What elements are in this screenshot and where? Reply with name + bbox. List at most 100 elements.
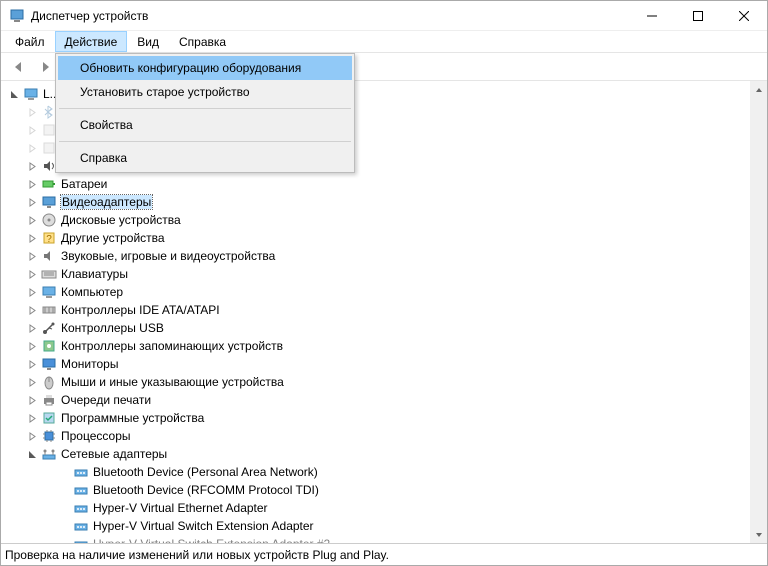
menu-item[interactable]: Справка bbox=[58, 146, 352, 170]
expand-icon[interactable] bbox=[25, 141, 39, 155]
window-title: Диспетчер устройств bbox=[31, 9, 629, 23]
tree-category[interactable]: Батареи bbox=[3, 175, 750, 193]
tree-item-label: Hyper-V Virtual Ethernet Adapter bbox=[93, 501, 268, 515]
expand-icon[interactable] bbox=[25, 123, 39, 137]
cpu-icon bbox=[41, 428, 57, 444]
expand-icon[interactable] bbox=[25, 213, 39, 227]
scroll-up-button[interactable] bbox=[750, 81, 767, 98]
tree-item-label: Клавиатуры bbox=[61, 267, 128, 281]
tree-device[interactable]: Hyper-V Virtual Switch Extension Adapter… bbox=[3, 535, 750, 543]
tree-device[interactable]: Hyper-V Virtual Ethernet Adapter bbox=[3, 499, 750, 517]
nav-forward-button[interactable] bbox=[33, 55, 57, 79]
tree-category[interactable]: Клавиатуры bbox=[3, 265, 750, 283]
expand-icon[interactable] bbox=[25, 321, 39, 335]
netdev-icon bbox=[73, 482, 89, 498]
expand-icon[interactable] bbox=[25, 303, 39, 317]
expand-icon[interactable] bbox=[25, 105, 39, 119]
keyboard-icon bbox=[41, 266, 57, 282]
tree-item-label: Мыши и иные указывающие устройства bbox=[61, 375, 284, 389]
printer-icon bbox=[41, 392, 57, 408]
tree-item-label: Hyper-V Virtual Switch Extension Adapter… bbox=[93, 537, 330, 543]
tree-item-label: Компьютер bbox=[61, 285, 123, 299]
vertical-scrollbar[interactable] bbox=[750, 81, 767, 543]
app-icon bbox=[9, 8, 25, 24]
menu-separator bbox=[59, 141, 351, 142]
tree-category[interactable]: Контроллеры USB bbox=[3, 319, 750, 337]
tree-category[interactable]: Мониторы bbox=[3, 355, 750, 373]
tree-category[interactable]: Контроллеры IDE ATA/ATAPI bbox=[3, 301, 750, 319]
usb-icon bbox=[41, 320, 57, 336]
computer-icon bbox=[23, 86, 39, 102]
tree-category[interactable]: Видеоадаптеры bbox=[3, 193, 750, 211]
tree-category[interactable]: Контроллеры запоминающих устройств bbox=[3, 337, 750, 355]
tree-category[interactable]: Очереди печати bbox=[3, 391, 750, 409]
expand-icon[interactable] bbox=[25, 177, 39, 191]
tree-category[interactable]: Компьютер bbox=[3, 283, 750, 301]
tree-item-label: Bluetooth Device (Personal Area Network) bbox=[93, 465, 318, 479]
expand-icon[interactable] bbox=[25, 375, 39, 389]
menubar: ФайлДействиеВидСправка bbox=[1, 31, 767, 53]
action-menu-dropdown: Обновить конфигурацию оборудованияУстано… bbox=[55, 53, 355, 173]
expand-icon[interactable] bbox=[25, 249, 39, 263]
expand-icon[interactable] bbox=[25, 231, 39, 245]
expand-icon[interactable] bbox=[25, 195, 39, 209]
expand-icon[interactable] bbox=[25, 429, 39, 443]
scroll-down-button[interactable] bbox=[750, 526, 767, 543]
expand-icon[interactable] bbox=[25, 393, 39, 407]
menu-действие[interactable]: Действие bbox=[55, 31, 128, 52]
menu-item[interactable]: Установить старое устройство bbox=[58, 80, 352, 104]
netdev-icon bbox=[73, 500, 89, 516]
tree-category[interactable]: Программные устройства bbox=[3, 409, 750, 427]
tree-device[interactable]: Hyper-V Virtual Switch Extension Adapter bbox=[3, 517, 750, 535]
tree-item-label: Звуковые, игровые и видеоустройства bbox=[61, 249, 275, 263]
collapse-icon[interactable] bbox=[25, 447, 39, 461]
netdev-icon bbox=[73, 518, 89, 534]
scroll-track[interactable] bbox=[750, 98, 767, 526]
tree-category[interactable]: Звуковые, игровые и видеоустройства bbox=[3, 247, 750, 265]
expand-icon[interactable] bbox=[25, 339, 39, 353]
menu-item[interactable]: Обновить конфигурацию оборудования bbox=[58, 56, 352, 80]
collapse-icon[interactable] bbox=[7, 87, 21, 101]
menu-вид[interactable]: Вид bbox=[127, 31, 169, 52]
tree-category[interactable]: Дисковые устройства bbox=[3, 211, 750, 229]
menu-файл[interactable]: Файл bbox=[5, 31, 55, 52]
mouse-icon bbox=[41, 374, 57, 390]
tree-item-label: Мониторы bbox=[61, 357, 118, 371]
minimize-button[interactable] bbox=[629, 1, 675, 31]
other-icon: ? bbox=[41, 230, 57, 246]
tree-item-label: Очереди печати bbox=[61, 393, 151, 407]
nav-back-button[interactable] bbox=[7, 55, 31, 79]
software-icon bbox=[41, 410, 57, 426]
tree-item-label: Bluetooth Device (RFCOMM Protocol TDI) bbox=[93, 483, 319, 497]
tree-device[interactable]: Bluetooth Device (Personal Area Network) bbox=[3, 463, 750, 481]
tree-item-label: Контроллеры IDE ATA/ATAPI bbox=[61, 303, 220, 317]
disk-icon bbox=[41, 212, 57, 228]
titlebar: Диспетчер устройств bbox=[1, 1, 767, 31]
computer-icon bbox=[41, 284, 57, 300]
tree-item-label: Процессоры bbox=[61, 429, 131, 443]
netdev-icon bbox=[73, 536, 89, 543]
tree-item-label: Дисковые устройства bbox=[61, 213, 181, 227]
tree-category[interactable]: Мыши и иные указывающие устройства bbox=[3, 373, 750, 391]
tree-item-label: Видеоадаптеры bbox=[61, 195, 152, 209]
status-text: Проверка на наличие изменений или новых … bbox=[5, 548, 389, 562]
expand-icon[interactable] bbox=[25, 357, 39, 371]
tree-category[interactable]: Процессоры bbox=[3, 427, 750, 445]
menu-справка[interactable]: Справка bbox=[169, 31, 236, 52]
sound-icon bbox=[41, 248, 57, 264]
expand-icon[interactable] bbox=[25, 159, 39, 173]
tree-device[interactable]: Bluetooth Device (RFCOMM Protocol TDI) bbox=[3, 481, 750, 499]
ide-icon bbox=[41, 302, 57, 318]
netdev-icon bbox=[73, 464, 89, 480]
close-button[interactable] bbox=[721, 1, 767, 31]
device-manager-window: Диспетчер устройств ФайлДействиеВидСправ… bbox=[0, 0, 768, 566]
tree-category[interactable]: Сетевые адаптеры bbox=[3, 445, 750, 463]
tree-item-label: Сетевые адаптеры bbox=[61, 447, 167, 461]
menu-item[interactable]: Свойства bbox=[58, 113, 352, 137]
expand-icon[interactable] bbox=[25, 267, 39, 281]
expand-icon[interactable] bbox=[25, 411, 39, 425]
expand-icon[interactable] bbox=[25, 285, 39, 299]
monitor-icon bbox=[41, 356, 57, 372]
maximize-button[interactable] bbox=[675, 1, 721, 31]
tree-category[interactable]: ?Другие устройства bbox=[3, 229, 750, 247]
